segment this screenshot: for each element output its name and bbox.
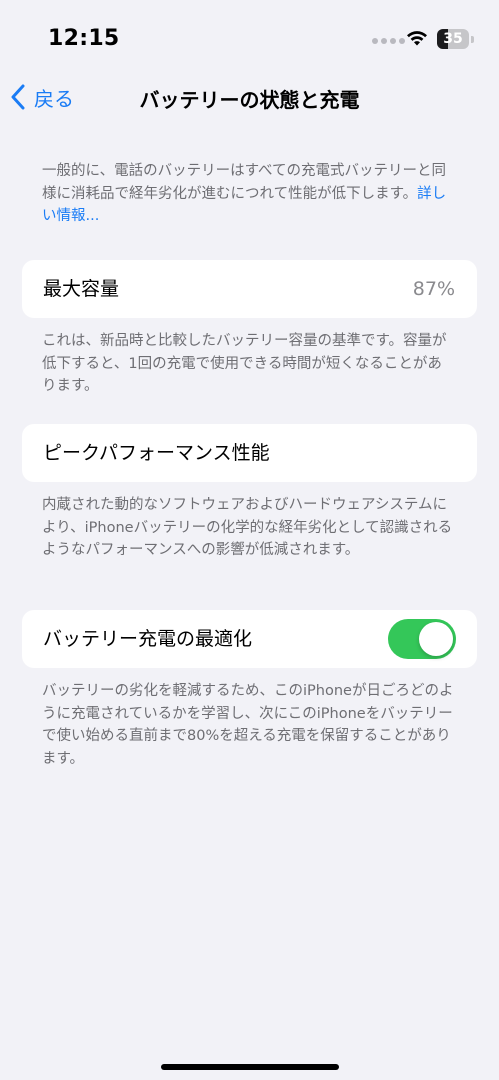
- max-capacity-row: 最大容量 87%: [22, 260, 477, 318]
- signal-dots-icon: [372, 38, 405, 44]
- battery-icon: 35: [437, 29, 475, 49]
- optimized-charging-footnote: バッテリーの劣化を軽減するため、このiPhoneが日ごろどのように充電されている…: [42, 683, 454, 767]
- home-indicator: [161, 1064, 339, 1070]
- optimized-charging-label: バッテリー充電の最適化: [43, 628, 253, 650]
- wifi-icon: [407, 31, 427, 46]
- optimized-charging-toggle[interactable]: [388, 619, 456, 659]
- page-title: バッテリーの状態と充電: [139, 88, 360, 112]
- intro-description: 一般的に、電話のバッテリーはすべての充電式バッテリーと同様に消耗品で経年劣化が進…: [42, 160, 454, 228]
- max-capacity-footnote: これは、新品時と比較したバッテリー容量の基準です。容量が低下すると、1回の充電で…: [42, 333, 447, 394]
- status-bar: 12:15 35: [0, 0, 499, 70]
- peak-performance-label: ピークパフォーマンス性能: [43, 442, 270, 464]
- battery-level-text: 35: [443, 31, 463, 47]
- max-capacity-label: 最大容量: [43, 278, 120, 300]
- toggle-knob: [419, 622, 453, 656]
- navigation-bar: 戻る バッテリーの状態と充電: [0, 72, 499, 122]
- max-capacity-value: 87%: [412, 278, 455, 300]
- peak-performance-row[interactable]: ピークパフォーマンス性能: [22, 424, 477, 482]
- peak-performance-footnote: 内蔵された動的なソフトウェアおよびハードウェアシステムにより、iPhoneバッテ…: [42, 497, 453, 558]
- status-time: 12:15: [48, 26, 120, 51]
- optimized-charging-row: バッテリー充電の最適化: [22, 610, 477, 668]
- intro-text: 一般的に、電話のバッテリーはすべての充電式バッテリーと同様に消耗品で経年劣化が進…: [42, 163, 446, 202]
